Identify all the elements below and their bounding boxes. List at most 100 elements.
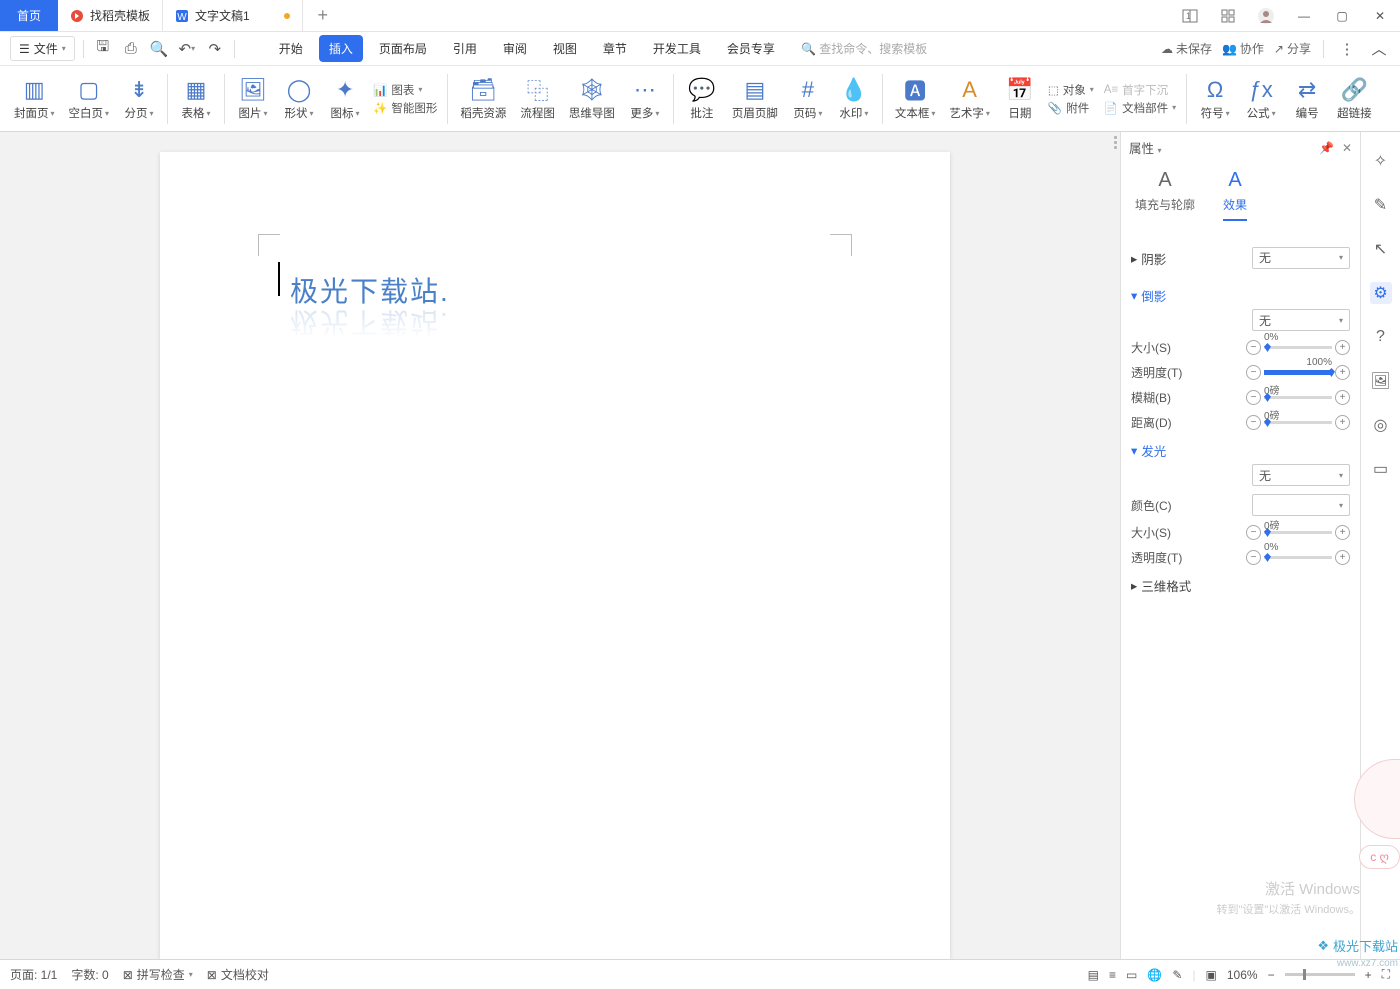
glow-size-slider[interactable]: − 0磅 + [1246, 525, 1350, 540]
glow-opacity-slider[interactable]: − 0% + [1246, 550, 1350, 565]
reflection-blur-slider[interactable]: − 0磅 + [1246, 390, 1350, 405]
new-tab-button[interactable]: + [303, 0, 343, 31]
glow-select[interactable]: 无▾ [1252, 464, 1350, 486]
zoom-in-icon[interactable]: + [1365, 968, 1372, 982]
ribbon-pageno[interactable]: #页码▾ [786, 74, 830, 123]
view-web-icon[interactable]: 🌐 [1147, 968, 1162, 982]
ribbon-date[interactable]: 📅日期 [998, 74, 1042, 123]
unsaved-indicator[interactable]: ☁未保存 [1161, 40, 1212, 57]
file-menu[interactable]: ☰ 文件 ▾ [10, 36, 75, 61]
tab-document[interactable]: W 文字文稿1 [163, 0, 303, 31]
ribbon-table[interactable]: ▦表格▾ [174, 74, 218, 123]
reflection-distance-slider[interactable]: − 0磅 + [1246, 415, 1350, 430]
minus-icon[interactable]: − [1246, 415, 1261, 430]
plus-icon[interactable]: + [1335, 415, 1350, 430]
plus-icon[interactable]: + [1335, 340, 1350, 355]
panel-grip[interactable] [1110, 132, 1120, 959]
ribbon-numbering[interactable]: ⇄编号 [1285, 74, 1329, 123]
ribbon-attach[interactable]: 📎附件 [1048, 100, 1094, 116]
pin-icon[interactable]: 📌 [1319, 141, 1334, 155]
document-page[interactable]: 极光下载站. 极光下载站. [160, 152, 950, 959]
rail-select-icon[interactable]: ↖ [1370, 238, 1392, 260]
maximize-button[interactable]: ▢ [1328, 2, 1356, 30]
minus-icon[interactable]: − [1246, 365, 1261, 380]
ribbon-textbox[interactable]: 🅰文本框▾ [889, 74, 942, 123]
ribbon-mindmap[interactable]: 🕸思维导图 [563, 74, 621, 123]
zoom-fit-icon[interactable]: ▣ [1206, 968, 1217, 982]
minimize-button[interactable]: — [1290, 2, 1318, 30]
menu-tab-dev[interactable]: 开发工具 [643, 35, 711, 62]
save-icon[interactable]: 🖫 [92, 38, 114, 60]
ribbon-wordart[interactable]: A艺术字▾ [943, 74, 996, 123]
coop-button[interactable]: 👥协作 [1222, 40, 1264, 57]
status-spell[interactable]: ⊠拼写检查 ▾ [123, 966, 193, 983]
plus-icon[interactable]: + [1335, 365, 1350, 380]
rail-image-icon[interactable]: 🖼 [1370, 370, 1392, 392]
zoom-out-icon[interactable]: − [1268, 968, 1275, 982]
rail-help-icon[interactable]: ? [1370, 326, 1392, 348]
close-icon[interactable]: ✕ [1342, 141, 1352, 155]
minus-icon[interactable]: − [1246, 390, 1261, 405]
menu-tab-insert[interactable]: 插入 [319, 35, 363, 62]
command-search[interactable]: 🔍 查找命令、搜索模板 [791, 40, 927, 57]
section-shadow[interactable]: ▸阴影 [1131, 249, 1166, 268]
menu-tab-vip[interactable]: 会员专享 [717, 35, 785, 62]
rail-pen-icon[interactable]: ✎ [1370, 194, 1392, 216]
ribbon-picture[interactable]: 🖼图片▾ [231, 74, 275, 123]
ribbon-more[interactable]: ⋯更多▾ [623, 74, 667, 123]
rail-settings-icon[interactable]: ⚙ [1370, 282, 1392, 304]
menu-tab-view[interactable]: 视图 [543, 35, 587, 62]
section-reflection[interactable]: ▾倒影 [1131, 286, 1350, 305]
status-proof[interactable]: ⊠文档校对 [207, 966, 269, 983]
status-page[interactable]: 页面: 1/1 [10, 966, 57, 983]
panel-title[interactable]: 属性 ▾ [1129, 138, 1162, 157]
minus-icon[interactable]: − [1246, 550, 1261, 565]
grid-icon[interactable] [1214, 2, 1242, 30]
rail-style-icon[interactable]: ✧ [1370, 150, 1392, 172]
reflection-size-slider[interactable]: − 0% + [1246, 340, 1350, 355]
menu-tab-review[interactable]: 审阅 [493, 35, 537, 62]
section-3d[interactable]: ▸三维格式 [1131, 576, 1350, 595]
zoom-slider[interactable] [1285, 973, 1355, 976]
share-button[interactable]: ↗分享 [1274, 40, 1311, 57]
section-glow[interactable]: ▾发光 [1131, 441, 1350, 460]
view-page-icon[interactable]: ▤ [1088, 968, 1099, 982]
tab-fill-outline[interactable]: A填充与轮廓 [1135, 169, 1195, 221]
plus-icon[interactable]: + [1335, 390, 1350, 405]
ribbon-comment[interactable]: 💬批注 [680, 74, 724, 123]
tab-effect[interactable]: A效果 [1223, 169, 1247, 221]
avatar-icon[interactable] [1252, 2, 1280, 30]
view-write-icon[interactable]: ✎ [1172, 968, 1182, 982]
ribbon-hyperlink[interactable]: 🔗超链接 [1331, 74, 1378, 123]
ribbon-formula[interactable]: ƒx公式▾ [1239, 74, 1283, 123]
menu-tab-ref[interactable]: 引用 [443, 35, 487, 62]
ribbon-icon[interactable]: ✦图标▾ [323, 74, 367, 123]
reflection-opacity-slider[interactable]: − 100% + [1246, 365, 1350, 380]
fullscreen-icon[interactable]: ⛶ [1382, 967, 1390, 982]
preview-icon[interactable]: 🔍 [148, 38, 170, 60]
layout-icon[interactable]: 1 [1176, 2, 1204, 30]
ribbon-shape[interactable]: ◯形状▾ [277, 74, 321, 123]
more-icon[interactable]: ⋮ [1336, 38, 1358, 60]
ribbon-break[interactable]: ⇟分页▾ [117, 74, 161, 123]
reflection-select[interactable]: 无▾ [1252, 309, 1350, 331]
menu-tab-section[interactable]: 章节 [593, 35, 637, 62]
ribbon-symbol[interactable]: Ω符号▾ [1193, 74, 1237, 123]
ribbon-header[interactable]: ▤页眉页脚 [726, 74, 784, 123]
undo-icon[interactable]: ↶▾ [176, 38, 198, 60]
redo-icon[interactable]: ↷ [204, 38, 226, 60]
view-outline-icon[interactable]: ≡ [1109, 968, 1116, 982]
shadow-select[interactable]: 无▾ [1252, 247, 1350, 269]
wordart-object[interactable]: 极光下载站. 极光下载站. [290, 270, 450, 344]
plus-icon[interactable]: + [1335, 550, 1350, 565]
minus-icon[interactable]: − [1246, 340, 1261, 355]
ribbon-chart[interactable]: 📊图表▾ [373, 82, 437, 98]
tab-home[interactable]: 首页 [0, 0, 58, 31]
ribbon-object[interactable]: ⬚对象▾ [1048, 82, 1094, 98]
ribbon-blank[interactable]: ▢空白页▾ [63, 74, 116, 123]
canvas[interactable]: 极光下载站. 极光下载站. [0, 132, 1110, 959]
ribbon-docpart[interactable]: 📄文档部件▾ [1104, 100, 1176, 116]
rail-location-icon[interactable]: ◎ [1370, 414, 1392, 436]
plus-icon[interactable]: + [1335, 525, 1350, 540]
menu-tab-layout[interactable]: 页面布局 [369, 35, 437, 62]
